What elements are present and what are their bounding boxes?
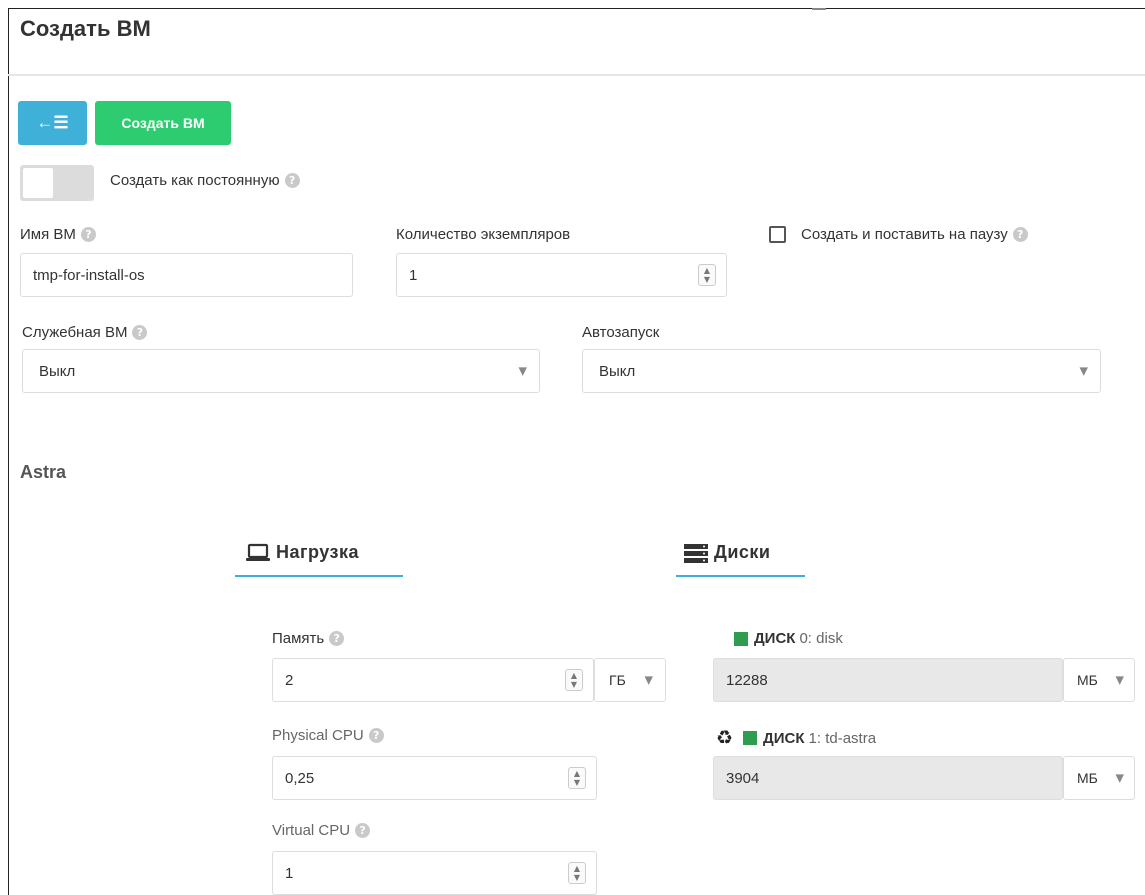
toggle-knob (23, 168, 53, 198)
tab-disks-label: Диски (714, 542, 771, 562)
virtual-cpu-label-row: Virtual CPU ? (272, 822, 371, 839)
autostart-select[interactable]: Выкл ▼ (582, 349, 1101, 393)
autostart-label: Автозапуск (582, 324, 660, 341)
disk0-size-field: 12288 (713, 658, 1063, 702)
autostart-value: Выкл (599, 362, 636, 380)
pause-row: Создать и поставить на паузу ? (769, 226, 1028, 243)
tab-load-label: Нагрузка (276, 542, 360, 562)
stepper-arrows-icon[interactable]: ▲ ▼ (565, 669, 583, 691)
vm-name-value: tmp-for-install-os (33, 266, 145, 284)
virtual-cpu-stepper[interactable]: 1 ▲ ▼ (272, 851, 597, 895)
disk1-unit-select[interactable]: МБ ▼ (1063, 756, 1135, 800)
laptop-icon (246, 543, 270, 561)
virtual-cpu-value: 1 (285, 864, 294, 882)
memory-label: Память (272, 630, 325, 647)
persistent-label: Создать как постоянную (110, 172, 280, 189)
section-title: Astra (20, 462, 67, 482)
disk0-unit: МБ (1077, 672, 1098, 688)
memory-value: 2 (285, 671, 294, 689)
service-vm-label: Служебная ВМ (22, 324, 128, 341)
create-vm-button[interactable]: Создать ВМ (95, 101, 231, 145)
stepper-arrows-icon[interactable]: ▲ ▼ (568, 767, 586, 789)
help-icon[interactable]: ? (80, 227, 96, 242)
chevron-down-icon: ▼ (1115, 771, 1124, 785)
physical-cpu-label-row: Physical CPU ? (272, 727, 384, 744)
memory-unit: ГБ (609, 672, 626, 688)
disk0-size-value: 12288 (726, 671, 768, 689)
disk1-sub: 1: td-astra (808, 729, 877, 747)
help-icon[interactable]: ? (355, 823, 371, 838)
help-icon[interactable]: ? (368, 728, 384, 743)
instances-label-row: Количество экземпляров (396, 226, 570, 243)
help-icon[interactable]: ? (329, 631, 345, 646)
tab-disks[interactable]: Диски (683, 542, 770, 563)
top-divider-mark (812, 8, 826, 10)
physical-cpu-stepper[interactable]: 0,25 ▲ ▼ (272, 756, 597, 800)
chevron-down-icon: ▼ (644, 673, 653, 687)
server-stack-icon (684, 543, 708, 563)
service-vm-select[interactable]: Выкл ▼ (22, 349, 540, 393)
disk1-caps: ДИСК (763, 729, 805, 747)
tab-disks-underline (676, 575, 805, 577)
disk0-caps: ДИСК (754, 630, 796, 647)
page-title: Создать ВМ (20, 16, 151, 41)
disk1-unit: МБ (1077, 770, 1098, 786)
memory-unit-select[interactable]: ГБ ▼ (594, 658, 666, 702)
memory-label-row: Память ? (272, 630, 345, 647)
disk0-label-row: ДИСК 0: disk (734, 630, 843, 647)
stepper-arrows-icon[interactable]: ▲ ▼ (568, 862, 586, 884)
disk1-label-row: ♻ ДИСК 1: td-astra (716, 727, 876, 749)
disk0-unit-select[interactable]: МБ ▼ (1063, 658, 1135, 702)
instances-value: 1 (409, 266, 418, 284)
disk-status-icon (734, 631, 748, 646)
memory-stepper[interactable]: 2 ▲ ▼ (272, 658, 594, 702)
help-icon[interactable]: ? (1012, 227, 1028, 242)
pause-checkbox[interactable] (769, 226, 786, 243)
virtual-cpu-label: Virtual CPU (272, 822, 351, 839)
vm-name-label: Имя ВМ (20, 226, 76, 243)
back-to-list-button[interactable]: ←☰ (18, 101, 87, 145)
tab-load-underline (235, 575, 403, 577)
service-vm-value: Выкл (39, 362, 76, 380)
disk1-size-value: 3904 (726, 769, 760, 787)
service-vm-label-row: Служебная ВМ ? (22, 324, 148, 341)
disk-status-icon (743, 731, 758, 745)
instances-stepper[interactable]: 1 ▲ ▼ (396, 253, 727, 297)
persistent-toggle[interactable] (20, 165, 94, 201)
recycle-icon[interactable]: ♻ (716, 727, 733, 749)
chevron-down-icon: ▼ (1079, 364, 1088, 378)
physical-cpu-label: Physical CPU (272, 727, 364, 744)
disk1-size-field: 3904 (713, 756, 1063, 800)
physical-cpu-value: 0,25 (285, 769, 315, 787)
vm-name-input[interactable]: tmp-for-install-os (20, 253, 353, 297)
help-icon[interactable]: ? (284, 173, 300, 188)
autostart-label-row: Автозапуск (582, 324, 659, 341)
stepper-arrows-icon[interactable]: ▲ ▼ (698, 264, 716, 286)
instances-label: Количество экземпляров (396, 226, 571, 243)
pause-label: Создать и поставить на паузу (801, 226, 1008, 243)
chevron-down-icon: ▼ (518, 364, 527, 378)
persistent-label-row: Создать как постоянную ? (110, 172, 300, 189)
help-icon[interactable]: ? (132, 325, 148, 340)
chevron-down-icon: ▼ (1115, 673, 1124, 687)
header-divider (8, 74, 1145, 76)
vm-name-label-row: Имя ВМ ? (20, 226, 96, 243)
tab-load[interactable]: Нагрузка (246, 542, 359, 563)
disk0-sub: 0: disk (799, 630, 843, 647)
back-list-icon: ←☰ (36, 113, 69, 132)
